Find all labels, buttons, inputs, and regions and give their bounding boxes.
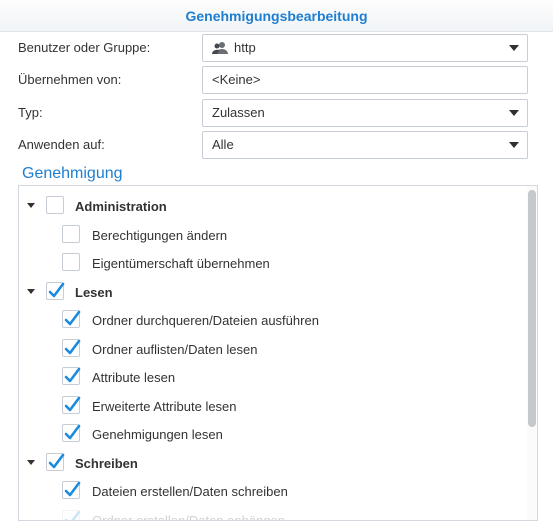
inherit-from-row: Übernehmen von: <Keine>: [18, 66, 530, 94]
permission-group-administration[interactable]: Administration: [19, 192, 524, 220]
checkmark-icon: [64, 396, 81, 412]
permissions-tree[interactable]: Administration Berechtigungen ändern Eig…: [18, 185, 538, 521]
checkmark-icon: [48, 282, 65, 298]
permission-item[interactable]: Attribute lesen: [19, 363, 524, 391]
chevron-down-icon: [509, 110, 519, 116]
permission-item-label: Attribute lesen: [92, 370, 176, 385]
checkbox-lesen[interactable]: [46, 282, 65, 300]
permission-item[interactable]: Berechtigungen ändern: [19, 221, 524, 249]
permission-item[interactable]: Eigentümerschaft übernehmen: [19, 249, 524, 277]
permission-group-lesen[interactable]: Lesen: [19, 278, 524, 306]
inherit-from-field: <Keine>: [202, 66, 528, 94]
permission-item-label: Genehmigungen lesen: [92, 427, 223, 442]
type-row: Typ: Zulassen: [18, 99, 530, 127]
checkbox-checked[interactable]: [62, 424, 81, 442]
permission-item[interactable]: Ordner durchqueren/Dateien ausführen: [19, 306, 524, 334]
type-value: Zulassen: [212, 105, 265, 120]
permission-item[interactable]: Erweiterte Attribute lesen: [19, 392, 524, 420]
permission-item-label: Erweiterte Attribute lesen: [92, 399, 237, 414]
permission-group-label: Schreiben: [75, 456, 138, 471]
permission-item-label: Ordner erstellen/Daten anhängen: [92, 513, 285, 521]
user-or-group-value: http: [234, 40, 256, 55]
permission-group-label: Lesen: [75, 285, 113, 300]
checkmark-icon: [64, 481, 81, 497]
expand-triangle-icon[interactable]: [27, 460, 35, 465]
permission-group-schreiben[interactable]: Schreiben: [19, 449, 524, 477]
checkmark-icon: [64, 339, 81, 355]
permission-item-label: Ordner durchqueren/Dateien ausführen: [92, 313, 319, 328]
chevron-down-icon: [509, 45, 519, 51]
checkbox-checked[interactable]: [62, 481, 81, 499]
user-group-icon: [212, 42, 228, 54]
dialog-title: Genehmigungsbearbeitung: [0, 0, 553, 32]
apply-to-select[interactable]: Alle: [202, 131, 528, 159]
checkmark-icon: [48, 453, 65, 469]
checkbox-checked[interactable]: [62, 339, 81, 357]
checkbox-checked[interactable]: [62, 367, 81, 385]
chevron-down-icon: [509, 142, 519, 148]
apply-to-label: Anwenden auf:: [18, 137, 105, 152]
scrollbar[interactable]: [527, 186, 537, 520]
permission-item-label: Berechtigungen ändern: [92, 228, 228, 243]
checkmark-icon: [64, 367, 81, 383]
inherit-from-label: Übernehmen von:: [18, 72, 122, 87]
checkmark-icon: [64, 424, 81, 440]
permission-item[interactable]: Ordner erstellen/Daten anhängen: [19, 506, 524, 521]
checkmark-icon: [64, 510, 81, 520]
user-or-group-label: Benutzer oder Gruppe:: [18, 40, 151, 55]
permission-group-label: Administration: [75, 199, 167, 214]
permission-item-label: Ordner auflisten/Daten lesen: [92, 342, 258, 357]
checkbox-checked[interactable]: [62, 310, 81, 328]
checkbox-unchecked[interactable]: [62, 253, 80, 271]
checkbox-unchecked[interactable]: [62, 225, 80, 243]
checkbox-checked[interactable]: [62, 396, 81, 414]
scrollbar-thumb[interactable]: [528, 190, 536, 427]
permission-item-label: Dateien erstellen/Daten schreiben: [92, 484, 288, 499]
type-select[interactable]: Zulassen: [202, 99, 528, 127]
apply-to-row: Anwenden auf: Alle: [18, 131, 530, 159]
expand-triangle-icon[interactable]: [27, 289, 35, 294]
checkmark-icon: [64, 310, 81, 326]
apply-to-value: Alle: [212, 137, 234, 152]
inherit-from-value: <Keine>: [212, 72, 261, 87]
permissions-section-title: Genehmigung: [22, 165, 123, 182]
permission-item[interactable]: Ordner auflisten/Daten lesen: [19, 335, 524, 363]
permission-item[interactable]: Genehmigungen lesen: [19, 420, 524, 448]
user-or-group-select[interactable]: http: [202, 34, 528, 62]
type-label: Typ:: [18, 105, 43, 120]
permission-item-label: Eigentümerschaft übernehmen: [92, 256, 270, 271]
checkbox-checked[interactable]: [62, 510, 81, 520]
expand-triangle-icon[interactable]: [27, 203, 35, 208]
checkbox-schreiben[interactable]: [46, 453, 65, 471]
checkbox-administration[interactable]: [46, 196, 64, 214]
permission-item[interactable]: Dateien erstellen/Daten schreiben: [19, 477, 524, 505]
user-or-group-row: Benutzer oder Gruppe: http: [18, 34, 530, 62]
